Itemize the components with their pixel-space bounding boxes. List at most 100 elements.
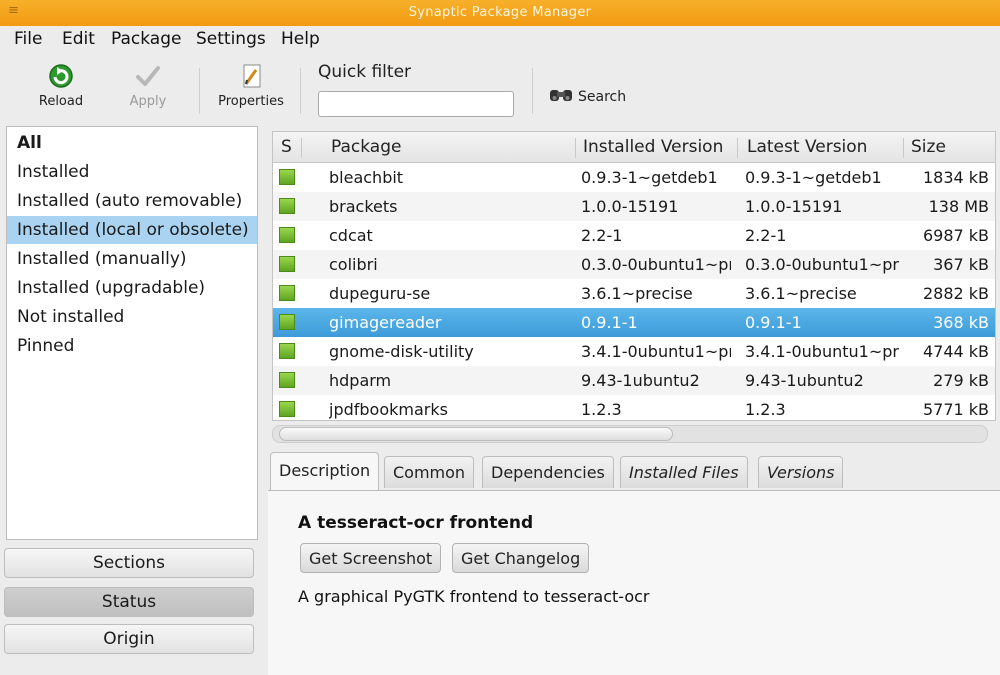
search-label: Search (578, 89, 627, 105)
filter-pinned[interactable]: Pinned (7, 332, 257, 360)
filter-installed[interactable]: Installed (7, 158, 257, 186)
menu-help[interactable]: Help (281, 29, 320, 49)
latest-version: 0.3.0-0ubuntu1~pr (745, 255, 899, 274)
installed-status-icon[interactable] (279, 372, 295, 388)
table-row[interactable]: dupeguru-se 3.6.1~precise 3.6.1~precise … (273, 279, 995, 308)
reload-icon (46, 62, 76, 90)
package-size: 138 MB (928, 197, 989, 216)
column-header-size[interactable]: Size (911, 137, 946, 157)
installed-status-icon[interactable] (279, 198, 295, 214)
menu-package[interactable]: Package (111, 29, 181, 49)
latest-version: 2.2-1 (745, 226, 787, 245)
table-row[interactable]: colibri 0.3.0-0ubuntu1~pr 0.3.0-0ubuntu1… (273, 250, 995, 279)
latest-version: 1.2.3 (745, 400, 786, 419)
window-title: Synaptic Package Manager (408, 5, 592, 20)
installed-status-icon[interactable] (279, 314, 295, 330)
filter-installed-local-obsolete[interactable]: Installed (local or obsolete) (7, 216, 257, 244)
latest-version: 3.4.1-0ubuntu1~pr (745, 342, 899, 361)
description-panel: A tesseract-ocr frontend Get Screenshot … (268, 490, 1000, 675)
menu-settings[interactable]: Settings (196, 29, 266, 49)
table-header: S Package Installed Version Latest Versi… (273, 132, 995, 163)
column-header-status[interactable]: S (281, 137, 292, 157)
table-row-selected[interactable]: gimagereader 0.9.1-1 0.9.1-1 368 kB (273, 308, 995, 337)
package-name: cdcat (329, 226, 373, 245)
table-row[interactable]: brackets 1.0.0-15191 1.0.0-15191 138 MB (273, 192, 995, 221)
toolbar-separator (532, 68, 533, 114)
latest-version: 1.0.0-15191 (745, 197, 843, 216)
latest-version: 0.9.3-1~getdeb1 (745, 168, 882, 187)
installed-version: 1.2.3 (581, 400, 622, 419)
tab-common[interactable]: Common (384, 456, 475, 488)
installed-status-icon[interactable] (279, 256, 295, 272)
scrollbar-thumb[interactable] (279, 427, 673, 441)
package-name: bleachbit (329, 168, 404, 187)
reload-button[interactable]: Reload (30, 62, 92, 109)
menubar: File Edit Package Settings Help (0, 26, 1000, 54)
tab-description[interactable]: Description (270, 452, 380, 490)
toolbar-separator (300, 68, 301, 114)
package-size: 2882 kB (922, 284, 989, 303)
installed-status-icon[interactable] (279, 227, 295, 243)
apply-button[interactable]: Apply (120, 62, 176, 109)
binoculars-icon (548, 86, 574, 108)
filter-installed-manually[interactable]: Installed (manually) (7, 245, 257, 273)
filter-installed-auto-removable[interactable]: Installed (auto removable) (7, 187, 257, 215)
tab-versions[interactable]: Versions (758, 456, 844, 488)
filter-not-installed[interactable]: Not installed (7, 303, 257, 331)
installed-status-icon[interactable] (279, 169, 295, 185)
column-header-latest-version[interactable]: Latest Version (747, 137, 867, 157)
package-name: gnome-disk-utility (329, 342, 474, 361)
reload-label: Reload (38, 94, 84, 109)
table-row[interactable]: gnome-disk-utility 3.4.1-0ubuntu1~pr 3.4… (273, 337, 995, 366)
installed-version: 3.6.1~precise (581, 284, 693, 303)
installed-version: 0.9.1-1 (581, 313, 638, 332)
title-bar[interactable]: ≡ Synaptic Package Manager (0, 0, 1000, 26)
latest-version: 0.9.1-1 (745, 313, 802, 332)
quick-filter-input[interactable] (318, 91, 514, 117)
installed-version: 0.9.3-1~getdeb1 (581, 168, 718, 187)
details-tabs: Description Common Dependencies Installe… (268, 452, 1000, 492)
latest-version: 9.43-1ubuntu2 (745, 371, 864, 390)
package-description: A graphical PyGTK frontend to tesseract-… (298, 587, 650, 606)
installed-version: 3.4.1-0ubuntu1~pr (581, 342, 731, 361)
column-divider (575, 138, 576, 158)
installed-version: 1.0.0-15191 (581, 197, 679, 216)
properties-button[interactable]: Properties (214, 62, 288, 109)
package-name: gimagereader (329, 313, 442, 332)
column-header-installed-version[interactable]: Installed Version (583, 137, 723, 157)
table-row[interactable]: cdcat 2.2-1 2.2-1 6987 kB (273, 221, 995, 250)
table-row[interactable]: hdparm 9.43-1ubuntu2 9.43-1ubuntu2 279 k… (273, 366, 995, 395)
menu-file[interactable]: File (14, 29, 42, 49)
get-screenshot-button[interactable]: Get Screenshot (300, 543, 442, 573)
column-header-package[interactable]: Package (331, 137, 401, 157)
installed-status-icon[interactable] (279, 343, 295, 359)
package-size: 1834 kB (922, 168, 989, 187)
package-table: S Package Installed Version Latest Versi… (272, 131, 996, 421)
filter-all[interactable]: All (7, 129, 257, 157)
tab-dependencies[interactable]: Dependencies (482, 456, 614, 488)
quick-filter-label: Quick filter (318, 62, 412, 82)
synaptic-window: ≡ Synaptic Package Manager File Edit Pac… (0, 0, 1000, 675)
search-button[interactable]: Search (548, 86, 626, 108)
tab-installed-files[interactable]: Installed Files (620, 456, 748, 488)
table-row[interactable]: bleachbit 0.9.3-1~getdeb1 0.9.3-1~getdeb… (273, 163, 995, 192)
origin-button[interactable]: Origin (4, 624, 254, 654)
apply-label: Apply (129, 94, 167, 109)
sections-button[interactable]: Sections (4, 548, 254, 578)
toolbar-separator (199, 68, 200, 114)
package-size: 368 kB (933, 313, 989, 332)
installed-status-icon[interactable] (279, 285, 295, 301)
horizontal-scrollbar[interactable] (272, 425, 988, 443)
status-button[interactable]: Status (4, 587, 254, 617)
package-name: jpdfbookmarks (329, 400, 448, 419)
package-name: colibri (329, 255, 378, 274)
package-size: 279 kB (933, 371, 989, 390)
table-row[interactable]: jpdfbookmarks 1.2.3 1.2.3 5771 kB (273, 395, 995, 420)
menu-edit[interactable]: Edit (62, 29, 95, 49)
filter-installed-upgradable[interactable]: Installed (upgradable) (7, 274, 257, 302)
installed-status-icon[interactable] (279, 401, 295, 417)
package-summary-heading: A tesseract-ocr frontend (298, 513, 534, 533)
filter-list: All Installed Installed (auto removable)… (6, 126, 258, 540)
installed-version: 9.43-1ubuntu2 (581, 371, 700, 390)
get-changelog-button[interactable]: Get Changelog (452, 543, 590, 573)
